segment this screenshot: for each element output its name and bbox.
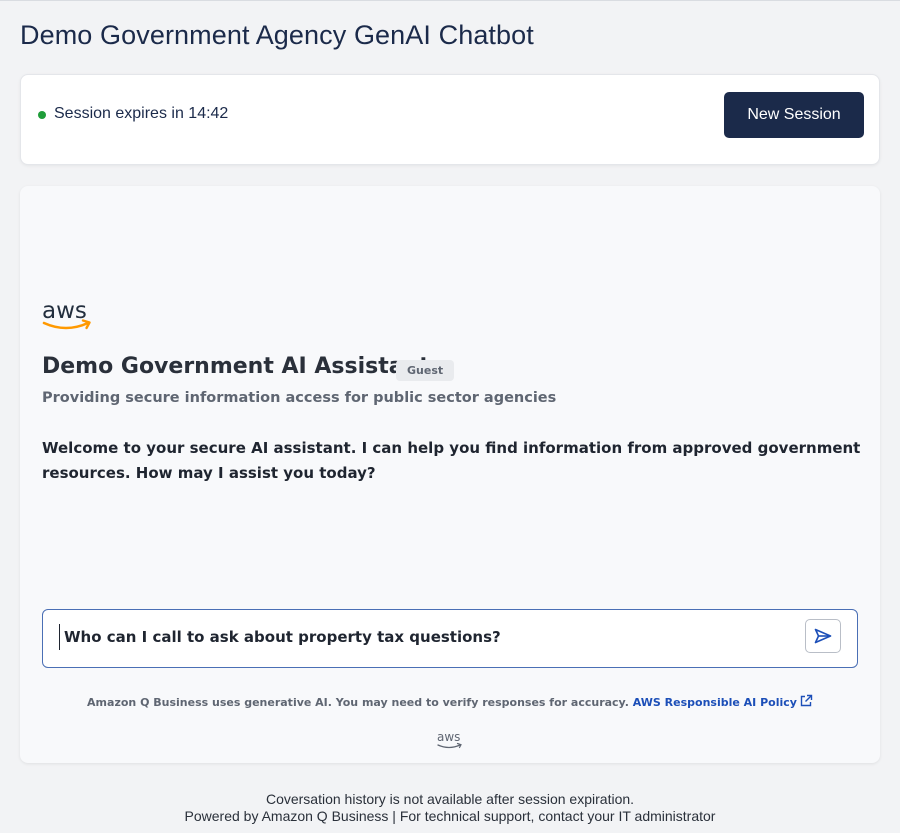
footer-history-note: Coversation history is not available aft… [265,791,635,807]
chat-panel: aws Demo Government AI Assistant Guest P… [20,186,880,763]
policy-link-label: AWS Responsible AI Policy [632,696,797,709]
responsible-ai-policy-link[interactable]: AWS Responsible AI Policy [632,694,813,709]
ai-disclaimer: Amazon Q Business uses generative AI. Yo… [20,694,880,709]
external-link-icon [800,694,813,707]
aws-footer-logo: aws [436,730,464,755]
session-expiry-text: Session expires in 14:42 [54,105,229,122]
assistant-name: Demo Government AI Assistant [42,354,430,379]
session-status-dot [38,111,46,119]
aws-footer-logo-text: aws [437,730,460,744]
welcome-message: Welcome to your secure AI assistant. I c… [42,439,861,482]
page-title: Demo Government Agency GenAI Chatbot [20,20,534,50]
aws-logo: aws [42,298,94,339]
prompt-input[interactable] [59,624,804,650]
send-button[interactable] [805,619,841,653]
assistant-subtitle: Providing secure information access for … [42,390,557,406]
page-footer: Coversation history is not available aft… [0,791,900,825]
new-session-button[interactable]: New Session [724,92,864,138]
footer-powered-by: Powered by Amazon Q Business | For techn… [184,808,716,824]
session-card: Session expires in 14:42 New Session [20,74,880,165]
disclaimer-text: Amazon Q Business uses generative AI. Yo… [87,696,629,709]
send-icon [814,628,832,644]
aws-logo-text: aws [42,298,87,324]
prompt-box [42,609,858,668]
top-border [0,0,900,1]
guest-badge: Guest [396,360,455,381]
